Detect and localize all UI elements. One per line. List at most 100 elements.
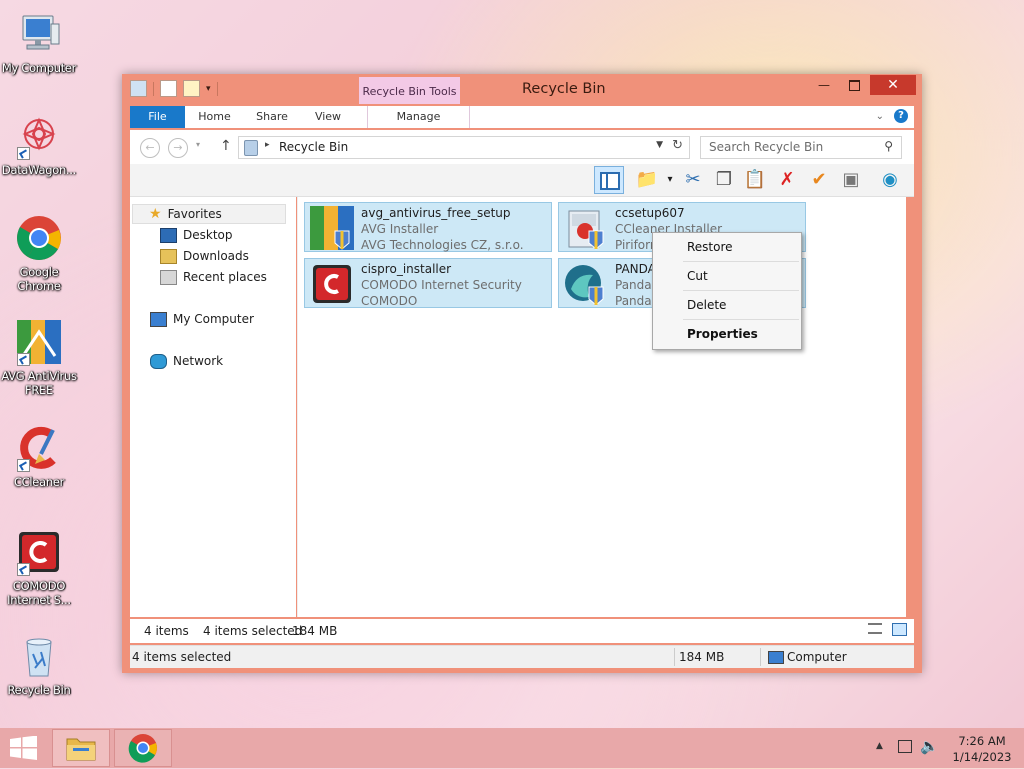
menu-item-cut[interactable]: Cut: [687, 269, 708, 283]
menu-item-restore[interactable]: Restore: [687, 240, 733, 254]
shortcut-arrow-icon: [17, 459, 30, 472]
menu-item-delete[interactable]: Delete: [687, 298, 726, 312]
paste-icon[interactable]: 📋: [743, 168, 767, 192]
tab-share[interactable]: Share: [248, 106, 296, 128]
large-icons-view-icon[interactable]: [892, 623, 907, 636]
recycle-bin-small-icon: [130, 80, 147, 97]
nav-label: Desktop: [183, 228, 233, 242]
desktop-icon-label: Recycle Bin: [7, 683, 71, 697]
properties-icon[interactable]: ▣: [839, 168, 863, 192]
desktop-icon-my-computer[interactable]: My Computer: [0, 10, 78, 75]
refresh-icon[interactable]: ↻: [672, 138, 683, 153]
nav-my-computer[interactable]: My Computer: [150, 309, 254, 329]
forward-button[interactable]: →: [168, 138, 188, 158]
status-selected: 4 items selected: [132, 650, 232, 664]
rename-check-icon[interactable]: ✔: [807, 168, 831, 192]
properties-icon[interactable]: [160, 80, 177, 97]
delete-icon[interactable]: ✗: [775, 168, 799, 192]
tab-home[interactable]: Home: [192, 106, 237, 128]
explorer-window: ▾ Recycle Bin Tools Recycle Bin — ✕ File…: [122, 74, 922, 673]
new-folder-icon[interactable]: [183, 80, 200, 97]
status-divider: [760, 648, 761, 666]
windows-logo-icon: [10, 735, 37, 760]
layout-icon: [600, 172, 620, 190]
expand-ribbon-icon[interactable]: ⌄: [876, 111, 884, 122]
desktop-icon-ccleaner[interactable]: CCleaner: [0, 424, 78, 489]
menu-separator: [683, 290, 799, 291]
desktop-icon-label: Google Chrome: [17, 265, 61, 293]
list-item[interactable]: cispro_installer COMODO Internet Securit…: [304, 258, 552, 308]
maximize-button[interactable]: [840, 75, 868, 95]
show-hidden-icons-icon[interactable]: ▲: [876, 741, 883, 751]
nav-desktop[interactable]: Desktop: [160, 225, 233, 245]
taskbar-chrome[interactable]: [114, 729, 172, 767]
desktop-icon-datawagon[interactable]: DataWagon...: [0, 112, 78, 177]
desktop-icon-avg[interactable]: AVG AntiVirus FREE: [0, 318, 78, 397]
quick-access-toolbar: ▾: [130, 80, 218, 97]
datawagon-icon: [15, 112, 63, 160]
comodo-icon: [15, 528, 63, 576]
recycle-bin-tools-header: Recycle Bin Tools: [359, 77, 460, 104]
up-button[interactable]: ↑: [220, 138, 232, 154]
start-button[interactable]: [9, 735, 38, 760]
system-clock[interactable]: 7:26 AM 1/14/2023: [952, 733, 1012, 765]
chevron-right-icon[interactable]: ▸: [265, 140, 270, 150]
status-divider: [674, 648, 675, 666]
help-icon[interactable]: ?: [894, 109, 908, 123]
close-button[interactable]: ✕: [870, 75, 916, 95]
minimize-button[interactable]: —: [810, 75, 838, 95]
cut-icon[interactable]: ✂: [681, 168, 705, 192]
nav-label: Network: [173, 354, 224, 368]
downloads-folder-icon: [160, 248, 177, 264]
qat-separator: [153, 81, 154, 96]
desktop-icon-recycle-bin[interactable]: Recycle Bin: [0, 632, 78, 697]
shortcut-arrow-icon: [17, 147, 30, 160]
taskbar-file-explorer[interactable]: [52, 729, 110, 767]
checked-folder-icon[interactable]: 📁: [635, 168, 659, 192]
desktop-icon-label: DataWagon...: [1, 163, 77, 177]
ccleaner-icon: [15, 424, 63, 472]
maximize-icon: [848, 80, 860, 91]
search-icon[interactable]: ⚲: [884, 139, 893, 153]
network-icon: [150, 353, 167, 369]
desktop-icon-label: AVG AntiVirus FREE: [1, 369, 77, 397]
shortcut-arrow-icon: [17, 563, 30, 576]
details-view-icon[interactable]: [868, 623, 882, 634]
desktop-icon-comodo[interactable]: COMODO Internet S...: [0, 528, 78, 607]
context-menu: Restore Cut Delete Properties: [652, 232, 802, 350]
address-bar[interactable]: ▸ Recycle Bin ▼ ↻: [238, 136, 690, 159]
recycle-bin-icon: [244, 140, 258, 156]
network-globe-icon[interactable]: ◉: [878, 168, 902, 192]
tab-manage[interactable]: Manage: [367, 106, 470, 128]
chrome-icon: [15, 214, 63, 262]
qat-dropdown-icon[interactable]: ▾: [206, 84, 211, 94]
nav-label: Recent places: [183, 270, 267, 284]
nav-downloads[interactable]: Downloads: [160, 246, 249, 266]
desktop-icon-label: COMODO Internet S...: [7, 579, 71, 607]
volume-icon[interactable]: 🔈: [920, 737, 939, 755]
network-tray-icon[interactable]: [898, 740, 912, 753]
star-icon: ★: [149, 206, 162, 222]
list-item[interactable]: avg_antivirus_free_setup AVG Installer A…: [304, 202, 552, 252]
search-input[interactable]: Search Recycle Bin ⚲: [700, 136, 902, 159]
desktop-icon-chrome[interactable]: Google Chrome: [0, 214, 78, 293]
chevron-down-icon[interactable]: ▾: [658, 168, 682, 192]
command-toolbar: 📁 ▾ ✂ ❐ 📋 ✗ ✔ ▣ ◉: [130, 164, 914, 197]
preview-pane-button[interactable]: [594, 166, 624, 194]
item-name: ccsetup607: [615, 206, 685, 220]
item-description: COMODO Internet Security: [361, 278, 522, 292]
address-row: ← → ▾ ↑ ▸ Recycle Bin ▼ ↻ Search Recycle…: [130, 130, 914, 164]
copy-icon[interactable]: ❐: [712, 168, 736, 192]
tab-view[interactable]: View: [306, 106, 350, 128]
nav-network[interactable]: Network: [150, 351, 223, 371]
title-bar[interactable]: ▾ Recycle Bin Tools Recycle Bin — ✕: [122, 74, 922, 104]
nav-favorites[interactable]: ★ Favorites: [132, 204, 286, 224]
recent-locations-icon[interactable]: ▾: [196, 140, 200, 149]
menu-item-properties[interactable]: Properties: [687, 327, 758, 341]
nav-recent-places[interactable]: Recent places: [160, 267, 267, 287]
back-button[interactable]: ←: [140, 138, 160, 158]
nav-label: My Computer: [173, 312, 254, 326]
chevron-down-icon[interactable]: ▼: [656, 140, 663, 150]
tab-file[interactable]: File: [130, 106, 185, 128]
file-list: avg_antivirus_free_setup AVG Installer A…: [297, 197, 906, 617]
